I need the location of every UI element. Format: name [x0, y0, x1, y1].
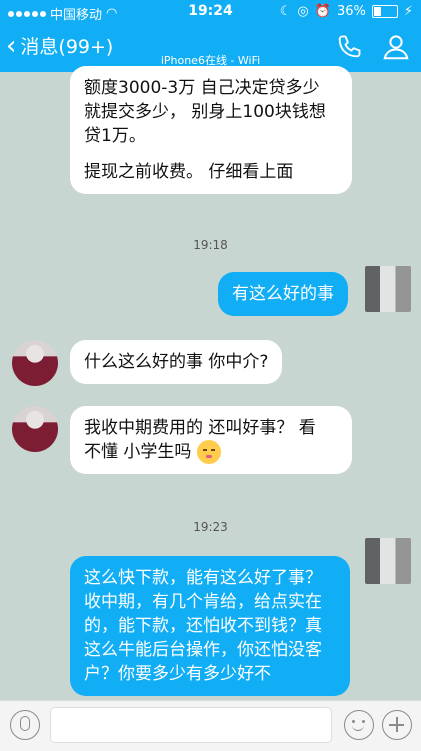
message-line: 提现之前收费。 仔细看上面	[84, 162, 294, 182]
message-input[interactable]	[50, 707, 332, 743]
battery-icon	[371, 5, 398, 18]
message-line: 户？你要多少有多少好不	[84, 664, 271, 684]
timestamp: 19:18	[193, 238, 228, 252]
message-bubble-incoming[interactable]: 额度3000-3万 自己决定贷多少 就提交多少， 别身上100块钱想 贷1万。 …	[70, 66, 352, 194]
charging-icon: ⚡	[403, 4, 413, 19]
input-bar	[0, 700, 421, 751]
message-text: 不懂 小学生吗	[84, 442, 192, 462]
message-line	[84, 148, 338, 160]
message-line: 不懂 小学生吗	[84, 440, 338, 464]
microphone-icon[interactable]	[10, 710, 40, 740]
blushing-face-icon	[196, 440, 221, 464]
chat-area[interactable]: 额度3000-3万 自己决定贷多少 就提交多少， 别身上100块钱想 贷1万。 …	[0, 66, 421, 700]
battery-percent: 36%	[336, 4, 366, 19]
app-header: 中国移动 ◠ 19:24 ☾ ◎ ⏰ 36% ⚡ ‹ 消息(99+) iPhon…	[0, 0, 421, 72]
message-line: 贷1万。	[84, 126, 146, 146]
alarm-icon: ⏰	[314, 4, 331, 19]
message-line: 额度3000-3万 自己决定贷多少	[84, 78, 320, 98]
avatar[interactable]	[12, 406, 58, 452]
smiley-icon[interactable]	[344, 710, 374, 740]
lock-rotation-icon: ◎	[297, 4, 309, 19]
message-line: 我收中期费用的 还叫好事？ 看	[84, 418, 316, 438]
message-line: 这么快下款，能有这么好了事？	[84, 568, 322, 588]
message-line: 这么牛能后台操作，你还怕没客	[84, 640, 322, 660]
status-right: ☾ ◎ ⏰ 36% ⚡	[280, 4, 413, 19]
message-bubble-outgoing[interactable]: 有这么好的事	[218, 272, 348, 316]
message-bubble-outgoing[interactable]: 这么快下款，能有这么好了事？ 收中期，有几个肯给，给点实在 的，能下款，还怕收不…	[70, 556, 350, 696]
message-text: 有这么好的事	[232, 284, 334, 304]
timestamp: 19:23	[193, 520, 228, 534]
moon-icon: ☾	[279, 4, 292, 19]
avatar[interactable]	[365, 538, 411, 584]
message-bubble-incoming[interactable]: 什么这么好的事 你中介?	[70, 340, 283, 384]
message-line: 的，能下款，还怕收不到钱？真	[84, 616, 322, 636]
avatar[interactable]	[365, 266, 411, 312]
avatar[interactable]	[12, 340, 58, 386]
message-text: 什么这么好的事 你中介?	[84, 352, 269, 372]
message-line: 收中期，有几个肯给，给点实在	[84, 592, 322, 612]
plus-icon[interactable]	[382, 710, 412, 740]
phone-icon[interactable]	[335, 33, 363, 61]
user-icon[interactable]	[381, 32, 411, 62]
message-bubble-incoming[interactable]: 我收中期费用的 还叫好事？ 看 不懂 小学生吗	[70, 406, 352, 474]
message-line: 就提交多少， 别身上100块钱想	[84, 102, 326, 122]
